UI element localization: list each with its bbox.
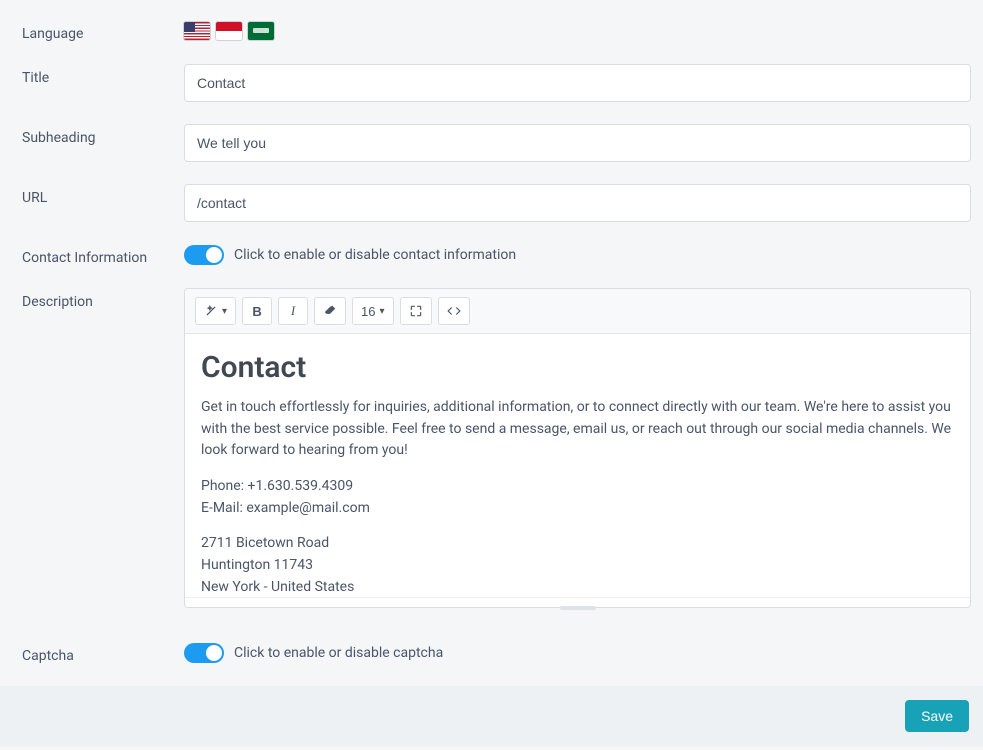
row-contact-info: Contact Information Click to enable or d…	[22, 244, 971, 266]
title-input[interactable]	[184, 64, 971, 102]
captcha-toggle[interactable]	[184, 643, 224, 663]
label-contact-info: Contact Information	[22, 244, 184, 266]
label-description: Description	[22, 288, 184, 310]
editor-contact-block: Phone: +1.630.539.4309 E-Mail: example@m…	[201, 476, 954, 519]
row-language: Language	[22, 20, 971, 42]
editor-addr3: New York - United States	[201, 579, 354, 595]
editor-fullscreen-button[interactable]	[400, 297, 432, 325]
settings-form: Language Title Subheading URL Contact In…	[0, 0, 983, 686]
flag-us-icon[interactable]	[184, 22, 210, 40]
row-url: URL	[22, 184, 971, 222]
rich-text-editor: ▾ B I 16 ▾	[184, 288, 971, 608]
chevron-down-icon: ▾	[380, 306, 385, 317]
expand-icon	[409, 304, 423, 318]
flag-sa-icon[interactable]	[248, 22, 274, 40]
editor-heading: Contact	[201, 350, 954, 385]
subheading-input[interactable]	[184, 124, 971, 162]
editor-erase-button[interactable]	[314, 297, 346, 325]
editor-phone: Phone: +1.630.539.4309	[201, 478, 353, 494]
footer-bar: Save	[0, 686, 983, 746]
url-input[interactable]	[184, 184, 971, 222]
magic-wand-icon	[204, 304, 218, 318]
save-button[interactable]: Save	[905, 700, 969, 732]
editor-code-button[interactable]	[438, 297, 470, 325]
eraser-icon	[323, 304, 337, 318]
label-subheading: Subheading	[22, 124, 184, 146]
editor-fontsize-button[interactable]: 16 ▾	[352, 297, 394, 325]
row-captcha: Captcha Click to enable or disable captc…	[22, 642, 971, 664]
language-flags	[184, 22, 971, 40]
editor-intro: Get in touch effortlessly for inquiries,…	[201, 397, 954, 462]
contact-info-toggle-label: Click to enable or disable contact infor…	[234, 247, 516, 263]
editor-addr1: 2711 Bicetown Road	[201, 535, 329, 551]
label-captcha: Captcha	[22, 642, 184, 664]
chevron-down-icon: ▾	[222, 306, 227, 317]
row-title: Title	[22, 64, 971, 102]
editor-email: E-Mail: example@mail.com	[201, 500, 370, 516]
editor-resize-handle[interactable]	[185, 597, 970, 607]
captcha-toggle-label: Click to enable or disable captcha	[234, 645, 443, 661]
editor-fontsize-value: 16	[361, 304, 375, 319]
contact-info-toggle[interactable]	[184, 245, 224, 265]
flag-id-icon[interactable]	[216, 22, 242, 40]
row-subheading: Subheading	[22, 124, 971, 162]
editor-address-block: 2711 Bicetown Road Huntington 11743 New …	[201, 533, 954, 597]
label-language: Language	[22, 20, 184, 42]
editor-content[interactable]: Contact Get in touch effortlessly for in…	[185, 334, 970, 597]
editor-bold-button[interactable]: B	[242, 297, 272, 325]
code-icon	[447, 304, 461, 318]
editor-toolbar: ▾ B I 16 ▾	[185, 289, 970, 334]
row-description: Description ▾ B I 16 ▾	[22, 288, 971, 608]
editor-italic-button[interactable]: I	[278, 297, 308, 325]
label-url: URL	[22, 184, 184, 206]
label-title: Title	[22, 64, 184, 86]
editor-addr2: Huntington 11743	[201, 557, 313, 573]
editor-style-button[interactable]: ▾	[195, 297, 236, 325]
